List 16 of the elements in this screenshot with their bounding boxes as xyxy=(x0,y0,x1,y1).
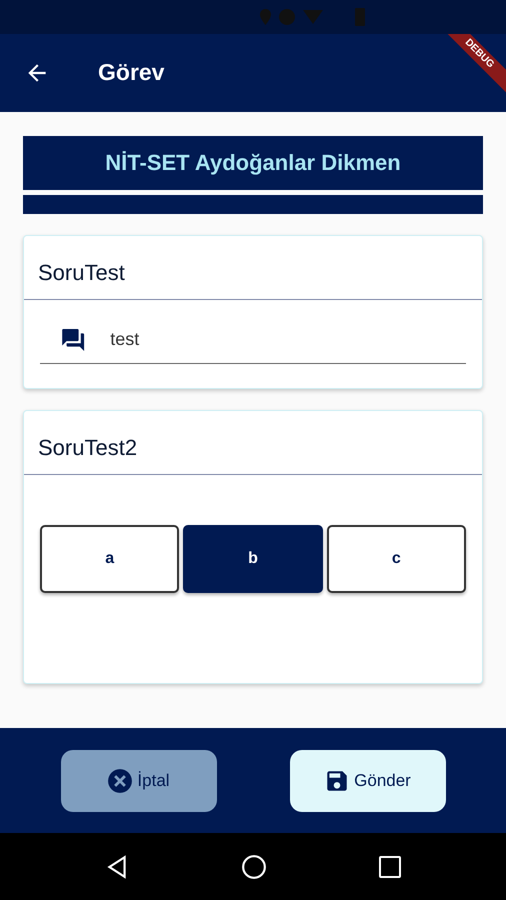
question-title: SoruTest2 xyxy=(24,411,482,475)
option-button[interactable]: a xyxy=(40,525,180,593)
option-button[interactable]: c xyxy=(326,525,466,593)
location-icon xyxy=(260,9,271,25)
answer-field[interactable]: test xyxy=(110,316,466,363)
wifi-icon xyxy=(303,10,323,24)
send-button[interactable]: Gönder xyxy=(290,750,446,812)
header-banner: NİT-SET Aydoğanlar Dikmen xyxy=(23,136,483,190)
home-nav-icon[interactable] xyxy=(240,854,267,880)
page-title: Görev xyxy=(98,59,164,87)
battery-icon xyxy=(355,8,365,26)
close-icon xyxy=(107,768,134,794)
option-button[interactable]: b xyxy=(183,525,323,593)
cancel-button[interactable]: İptal xyxy=(60,750,216,812)
recents-nav-icon[interactable] xyxy=(378,854,402,878)
question-title: SoruTest xyxy=(24,236,482,300)
